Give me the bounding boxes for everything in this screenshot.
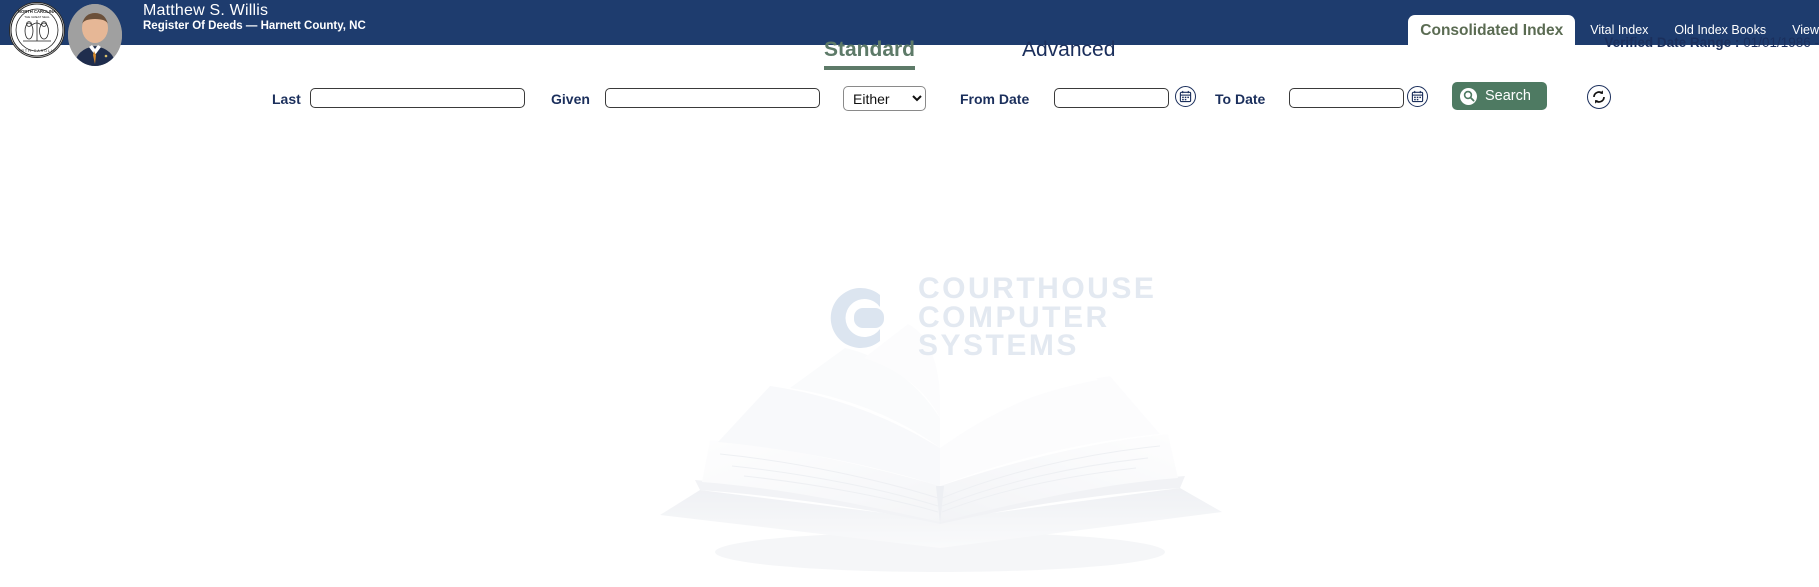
tab-standard[interactable]: Standard — [824, 38, 916, 70]
to-date-label: To Date — [1215, 91, 1266, 107]
to-date-input[interactable] — [1289, 88, 1404, 108]
from-date-label: From Date — [960, 91, 1030, 107]
watermark-line-2: COMPUTER — [918, 300, 1110, 334]
nav-tab-consolidated-index[interactable]: Consolidated Index — [1408, 14, 1576, 45]
search-button[interactable]: Search — [1452, 82, 1547, 110]
svg-text:THE GREAT SEAL: THE GREAT SEAL — [24, 15, 50, 19]
official-portrait-icon — [68, 4, 122, 66]
tab-standard-label: Standard — [824, 38, 916, 61]
watermark-line-3: SYSTEMS — [918, 329, 1079, 363]
courthouse-computer-systems-logo-icon: COURTHOUSE COMPUTER SYSTEMS — [818, 272, 1157, 363]
nav-tab-vital-index[interactable]: Vital Index — [1577, 23, 1661, 46]
search-form: Last Given Either Grantor Grantee From D… — [0, 82, 1819, 119]
watermark-line-1: COURTHOUSE — [918, 272, 1157, 306]
from-date-input[interactable] — [1054, 88, 1169, 108]
svg-text:NORTH CAROLINA: NORTH CAROLINA — [18, 9, 56, 14]
open-book-illustration — [660, 308, 1222, 572]
magnifier-icon — [1460, 87, 1477, 105]
tab-standard-underline — [824, 66, 916, 70]
given-name-label: Given — [551, 91, 590, 107]
nav-tab-old-index-books[interactable]: Old Index Books — [1661, 23, 1779, 46]
search-button-label: Search — [1485, 88, 1531, 104]
official-title: Register Of Deeds — Harnett County, NC — [143, 20, 366, 32]
refresh-icon[interactable] — [1587, 85, 1611, 109]
from-date-calendar-icon[interactable] — [1175, 86, 1196, 107]
last-name-label: Last — [272, 91, 301, 107]
last-name-input[interactable] — [310, 88, 525, 108]
party-type-select[interactable]: Either Grantor Grantee — [843, 86, 926, 111]
to-date-calendar-icon[interactable] — [1407, 86, 1428, 107]
official-name: Matthew S. Willis — [143, 2, 269, 19]
svg-text:NORTH CAROLINA: NORTH CAROLINA — [14, 49, 60, 53]
given-name-input[interactable] — [605, 88, 820, 108]
top-navigation: Consolidated Index Vital Index Old Index… — [1408, 0, 1819, 45]
nc-state-seal-icon: NORTH CAROLINA THE GREAT SEAL NORTH CARO… — [9, 2, 65, 58]
nav-tab-view[interactable]: View — [1779, 23, 1819, 46]
tab-advanced[interactable]: Advanced — [1022, 38, 1115, 62]
background-watermark: COURTHOUSE COMPUTER SYSTEMS — [0, 140, 1819, 587]
